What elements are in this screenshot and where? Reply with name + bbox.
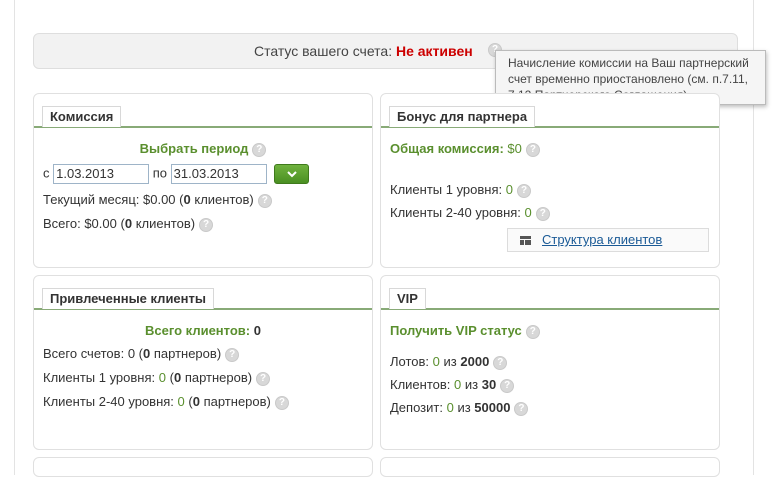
- lots-value: 0: [432, 354, 440, 369]
- help-icon[interactable]: ?: [199, 218, 214, 232]
- get-vip-row: Получить VIP статус?: [390, 323, 540, 339]
- bonus-tab: Бонус для партнера: [381, 106, 719, 128]
- panel-title: Привлеченные клиенты: [42, 288, 214, 309]
- referred-clients-panel: Привлеченные клиенты Всего клиентов: 0 В…: [33, 275, 373, 450]
- checkmark-icon: [287, 171, 297, 178]
- level1-value: 0: [505, 182, 513, 197]
- help-icon[interactable]: ?: [525, 143, 540, 157]
- from-label: с: [43, 165, 50, 181]
- level2-row: Клиенты 2-40 уровня: 0?: [390, 205, 550, 221]
- total-amount: $0.00: [84, 216, 117, 231]
- accounts-partners: 0: [143, 346, 151, 361]
- current-month-clients: 0: [183, 192, 191, 207]
- vip-clients-row: Клиентов: 0 из 30?: [390, 377, 515, 393]
- grid-icon: [520, 236, 531, 245]
- ref-level2-row: Клиенты 2-40 уровня: 0 (0 партнеров)?: [43, 394, 289, 410]
- ref-level2-value: 0: [177, 394, 185, 409]
- help-icon[interactable]: ?: [500, 379, 515, 393]
- lots-label: Лотов:: [390, 354, 430, 369]
- vip-clients-label: Клиентов:: [390, 377, 451, 392]
- help-icon[interactable]: ?: [257, 194, 272, 208]
- status-value: Не активен: [395, 43, 473, 59]
- clients-word: клиентов: [194, 192, 250, 207]
- current-month-amount: $0.00: [143, 192, 176, 207]
- lower-panel-right: [380, 457, 720, 477]
- tooltip-line: Начисление комиссии на Ваш партнерский: [508, 56, 749, 70]
- ref-level1-row: Клиенты 1 уровня: 0 (0 партнеров)?: [43, 370, 271, 386]
- help-icon[interactable]: ?: [525, 325, 540, 339]
- apply-period-button[interactable]: [274, 164, 310, 184]
- vip-clients-target: 30: [481, 377, 497, 392]
- select-period-row: Выбрать период?: [34, 141, 372, 157]
- total-commission-row: Общая комиссия: $0?: [390, 141, 540, 157]
- vip-clients-value: 0: [454, 377, 462, 392]
- client-structure-link[interactable]: Структура клиентов: [542, 229, 662, 251]
- lower-panel-left: [33, 457, 373, 477]
- select-period-label[interactable]: Выбрать период: [140, 141, 249, 156]
- ref-level2-label: Клиенты 2-40 уровня:: [43, 394, 174, 409]
- deposit-label: Депозит:: [390, 400, 443, 415]
- accounts-value: 0: [127, 346, 136, 361]
- total-row: Всего: $0.00 (0 клиентов)?: [43, 216, 214, 232]
- level1-label: Клиенты 1 уровня:: [390, 182, 503, 197]
- help-icon[interactable]: ?: [535, 207, 550, 221]
- current-month-row: Текущий месяц: $0.00 (0 клиентов)?: [43, 192, 272, 208]
- help-icon[interactable]: ?: [256, 372, 271, 386]
- referred-tab: Привлеченные клиенты: [34, 288, 372, 310]
- total-clients-label: Всего клиентов:: [145, 323, 251, 338]
- level2-label: Клиенты 2-40 уровня:: [390, 205, 521, 220]
- panel-title: Бонус для партнера: [389, 106, 536, 127]
- ref-level2-partners: 0: [192, 394, 200, 409]
- deposit-value: 0: [446, 400, 454, 415]
- panel-title: Комиссия: [42, 106, 122, 127]
- to-date-input[interactable]: 31.03.2013: [170, 164, 267, 184]
- total-commission-value: $0: [507, 141, 522, 156]
- client-structure-button[interactable]: Структура клиентов: [507, 228, 709, 252]
- lots-target: 2000: [460, 354, 490, 369]
- deposit-row: Депозит: 0 из 50000?: [390, 400, 529, 416]
- get-vip-label: Получить VIP статус: [390, 323, 522, 338]
- vip-panel: VIP Получить VIP статус? Лотов: 0 из 200…: [380, 275, 720, 450]
- help-icon[interactable]: ?: [517, 184, 531, 198]
- from-date-input[interactable]: 1.03.2013: [53, 164, 150, 184]
- ref-level1-value: 0: [158, 370, 166, 385]
- of-word: из: [457, 400, 471, 415]
- current-month-label: Текущий месяц:: [43, 192, 140, 207]
- total-clients-value: 0: [253, 323, 261, 338]
- level1-row: Клиенты 1 уровня: 0?: [390, 182, 531, 198]
- deposit-target: 50000: [474, 400, 511, 415]
- commission-panel: Комиссия Выбрать период? с 1.03.2013 по …: [33, 93, 373, 268]
- level2-value: 0: [524, 205, 532, 220]
- account-status: Статус вашего счета: Не активен: [254, 43, 473, 59]
- partners-word: партнеров: [153, 346, 217, 361]
- total-clients: 0: [124, 216, 133, 231]
- tooltip-line: счет временно приостановлено (см. п.7.11…: [508, 72, 748, 86]
- of-word: из: [443, 354, 457, 369]
- total-label: Всего:: [43, 216, 81, 231]
- accounts-row: Всего счетов: 0 (0 партнеров)?: [43, 346, 240, 362]
- bonus-panel: Бонус для партнера Общая комиссия: $0? К…: [380, 93, 720, 268]
- ref-level1-label: Клиенты 1 уровня:: [43, 370, 156, 385]
- help-icon[interactable]: ?: [493, 356, 508, 370]
- of-word: из: [464, 377, 479, 392]
- accounts-label: Всего счетов:: [43, 346, 125, 361]
- vip-tab: VIP: [381, 288, 719, 310]
- total-clients-row: Всего клиентов: 0: [34, 323, 372, 338]
- help-icon[interactable]: ?: [252, 143, 267, 157]
- total-commission-label: Общая комиссия:: [390, 141, 504, 156]
- lots-row: Лотов: 0 из 2000?: [390, 354, 508, 370]
- period-row: с 1.03.2013 по 31.03.2013: [43, 164, 310, 184]
- to-label: по: [152, 165, 168, 181]
- help-icon[interactable]: ?: [514, 402, 529, 416]
- commission-tab: Комиссия: [34, 106, 372, 128]
- help-icon[interactable]: ?: [274, 396, 289, 410]
- clients-word: клиентов: [135, 216, 191, 231]
- help-icon[interactable]: ?: [225, 348, 240, 362]
- panel-title: VIP: [389, 288, 426, 309]
- status-label: Статус вашего счета:: [254, 43, 393, 59]
- ref-level1-partners: 0: [173, 370, 182, 385]
- partners-word: партнеров: [203, 394, 267, 409]
- partners-word: партнеров: [184, 370, 248, 385]
